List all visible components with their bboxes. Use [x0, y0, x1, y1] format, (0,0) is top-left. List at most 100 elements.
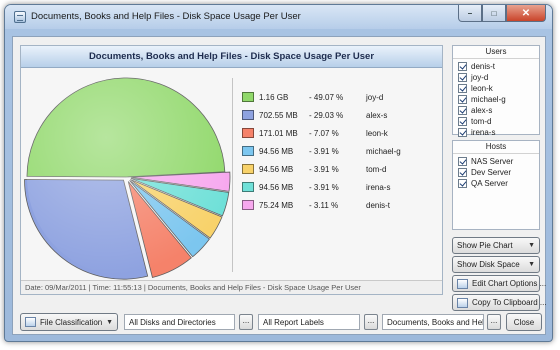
users-checkbox-row[interactable]: tom-d — [453, 116, 539, 127]
checkbox-checked-icon[interactable] — [458, 179, 467, 188]
hosts-checkbox-row[interactable]: NAS Server — [453, 156, 539, 167]
legend-percent: - 3.11 % — [309, 200, 339, 210]
legend-percent: - 7.07 % — [309, 128, 339, 138]
file-classification-dropdown[interactable]: File Classification ▼ — [20, 313, 118, 331]
pie-slice — [24, 179, 149, 280]
hosts-title: Hosts — [453, 141, 539, 154]
legend-item: 94.56 MB - 3.91 % tom-d — [242, 160, 432, 178]
checkbox-checked-icon[interactable] — [458, 157, 467, 166]
checkbox-checked-icon[interactable] — [458, 95, 467, 104]
legend-size: 94.56 MB — [259, 164, 294, 174]
maximize-button[interactable]: □ — [482, 5, 506, 22]
close-button[interactable]: Close — [506, 313, 542, 331]
hosts-checkbox-label: NAS Server — [471, 157, 514, 166]
browse-labels-button[interactable]: ... — [364, 314, 378, 330]
users-checkbox-label: alex-s — [471, 106, 493, 115]
clipboard-icon — [457, 297, 468, 308]
legend-swatch — [242, 200, 254, 210]
users-checkbox-label: irena-s — [471, 128, 496, 137]
legend-swatch — [242, 182, 254, 192]
users-checkbox-row[interactable]: michael-g — [453, 94, 539, 105]
hosts-checkbox-label: QA Server — [471, 179, 508, 188]
hosts-list: NAS Server Dev Server QA Server — [453, 154, 539, 189]
minimize-icon: – — [467, 8, 473, 18]
title-bar: Documents, Books and Help Files - Disk S… — [5, 5, 552, 29]
legend-size: 1.16 GB — [259, 92, 289, 102]
category-field[interactable]: Documents, Books and Help Files — [382, 314, 484, 330]
legend-item: 1.16 GB - 49.07 % joy-d — [242, 88, 432, 106]
users-checkbox-label: leon-k — [471, 84, 493, 93]
chart-title: Documents, Books and Help Files - Disk S… — [21, 46, 442, 68]
app-icon — [14, 11, 26, 23]
checkbox-checked-icon[interactable] — [458, 62, 467, 71]
hosts-checkbox-row[interactable]: Dev Server — [453, 167, 539, 178]
chart-panel: Documents, Books and Help Files - Disk S… — [20, 45, 443, 295]
users-list: denis-t joy-d leon-k michael-g alex-s tom-d ir… — [453, 59, 539, 138]
legend-size: 94.56 MB — [259, 146, 294, 156]
users-checkbox-label: denis-t — [471, 62, 496, 71]
caption-buttons: – □ ✕ — [458, 5, 546, 23]
users-checkbox-row[interactable]: irena-s — [453, 127, 539, 138]
report-labels-field[interactable]: All Report Labels — [258, 314, 360, 330]
legend-item: 94.56 MB - 3.91 % michael-g — [242, 142, 432, 160]
legend-label: leon-k — [366, 128, 388, 138]
chart-legend: 1.16 GB - 49.07 % joy-d 702.55 MB - 29.03 % a… — [242, 88, 432, 214]
show-pie-chart-dropdown[interactable]: Show Pie Chart ▼ — [452, 237, 540, 254]
bottom-toolbar: File Classification ▼ All Disks and Dire… — [20, 313, 542, 331]
checkbox-checked-icon[interactable] — [458, 117, 467, 126]
legend-size: 75.24 MB — [259, 200, 294, 210]
users-checkbox-row[interactable]: leon-k — [453, 83, 539, 94]
legend-percent: - 3.91 % — [309, 182, 339, 192]
browse-disks-button[interactable]: ... — [239, 314, 253, 330]
legend-swatch — [242, 146, 254, 156]
show-disk-space-label: Show Disk Space — [457, 260, 520, 269]
legend-label: michael-g — [366, 146, 401, 156]
users-checkbox-label: joy-d — [471, 73, 489, 82]
close-window-button[interactable]: ✕ — [506, 5, 546, 22]
checkbox-checked-icon[interactable] — [458, 84, 467, 93]
legend-percent: - 3.91 % — [309, 146, 339, 156]
copy-to-clipboard-button[interactable]: Copy To Clipboard ... — [452, 294, 547, 311]
legend-item: 75.24 MB - 3.11 % denis-t — [242, 196, 432, 214]
legend-label: joy-d — [366, 92, 384, 102]
legend-swatch — [242, 128, 254, 138]
legend-item: 94.56 MB - 3.91 % irena-s — [242, 178, 432, 196]
chart-divider — [232, 78, 233, 272]
legend-size: 171.01 MB — [259, 128, 298, 138]
file-classification-label: File Classification — [40, 317, 103, 327]
hosts-checkbox-row[interactable]: QA Server — [453, 178, 539, 189]
minimize-button[interactable]: – — [458, 5, 482, 22]
checkbox-checked-icon[interactable] — [458, 128, 467, 137]
users-checkbox-row[interactable]: denis-t — [453, 61, 539, 72]
legend-swatch — [242, 110, 254, 120]
legend-label: alex-s — [366, 110, 388, 120]
app-window: Documents, Books and Help Files - Disk S… — [4, 4, 553, 342]
legend-percent: - 49.07 % — [309, 92, 344, 102]
checkbox-checked-icon[interactable] — [458, 168, 467, 177]
legend-label: tom-d — [366, 164, 387, 174]
client-area: Documents, Books and Help Files - Disk S… — [12, 36, 547, 335]
hosts-checkbox-label: Dev Server — [471, 168, 512, 177]
users-checkbox-row[interactable]: joy-d — [453, 72, 539, 83]
chevron-down-icon: ▼ — [106, 318, 113, 326]
legend-item: 171.01 MB - 7.07 % leon-k — [242, 124, 432, 142]
browse-category-button[interactable]: ... — [487, 314, 501, 330]
disks-field[interactable]: All Disks and Directories — [124, 314, 235, 330]
show-pie-chart-label: Show Pie Chart — [457, 241, 513, 250]
show-disk-space-dropdown[interactable]: Show Disk Space ▼ — [452, 256, 540, 273]
legend-swatch — [242, 164, 254, 174]
legend-label: irena-s — [366, 182, 391, 192]
maximize-icon: □ — [491, 8, 497, 18]
chevron-down-icon: ▼ — [528, 242, 535, 249]
checkbox-checked-icon[interactable] — [458, 73, 467, 82]
edit-chart-options-button[interactable]: Edit Chart Options ... — [452, 275, 546, 292]
checkbox-checked-icon[interactable] — [458, 106, 467, 115]
chart-footer: Date: 09/Mar/2011 | Time: 11:55:13 | Doc… — [21, 280, 442, 294]
users-checkbox-label: tom-d — [471, 117, 492, 126]
legend-swatch — [242, 92, 254, 102]
legend-percent: - 29.03 % — [309, 110, 344, 120]
users-checkbox-row[interactable]: alex-s — [453, 105, 539, 116]
legend-size: 702.55 MB — [259, 110, 298, 120]
window-title: Documents, Books and Help Files - Disk S… — [31, 11, 301, 22]
close-icon: ✕ — [521, 7, 531, 19]
